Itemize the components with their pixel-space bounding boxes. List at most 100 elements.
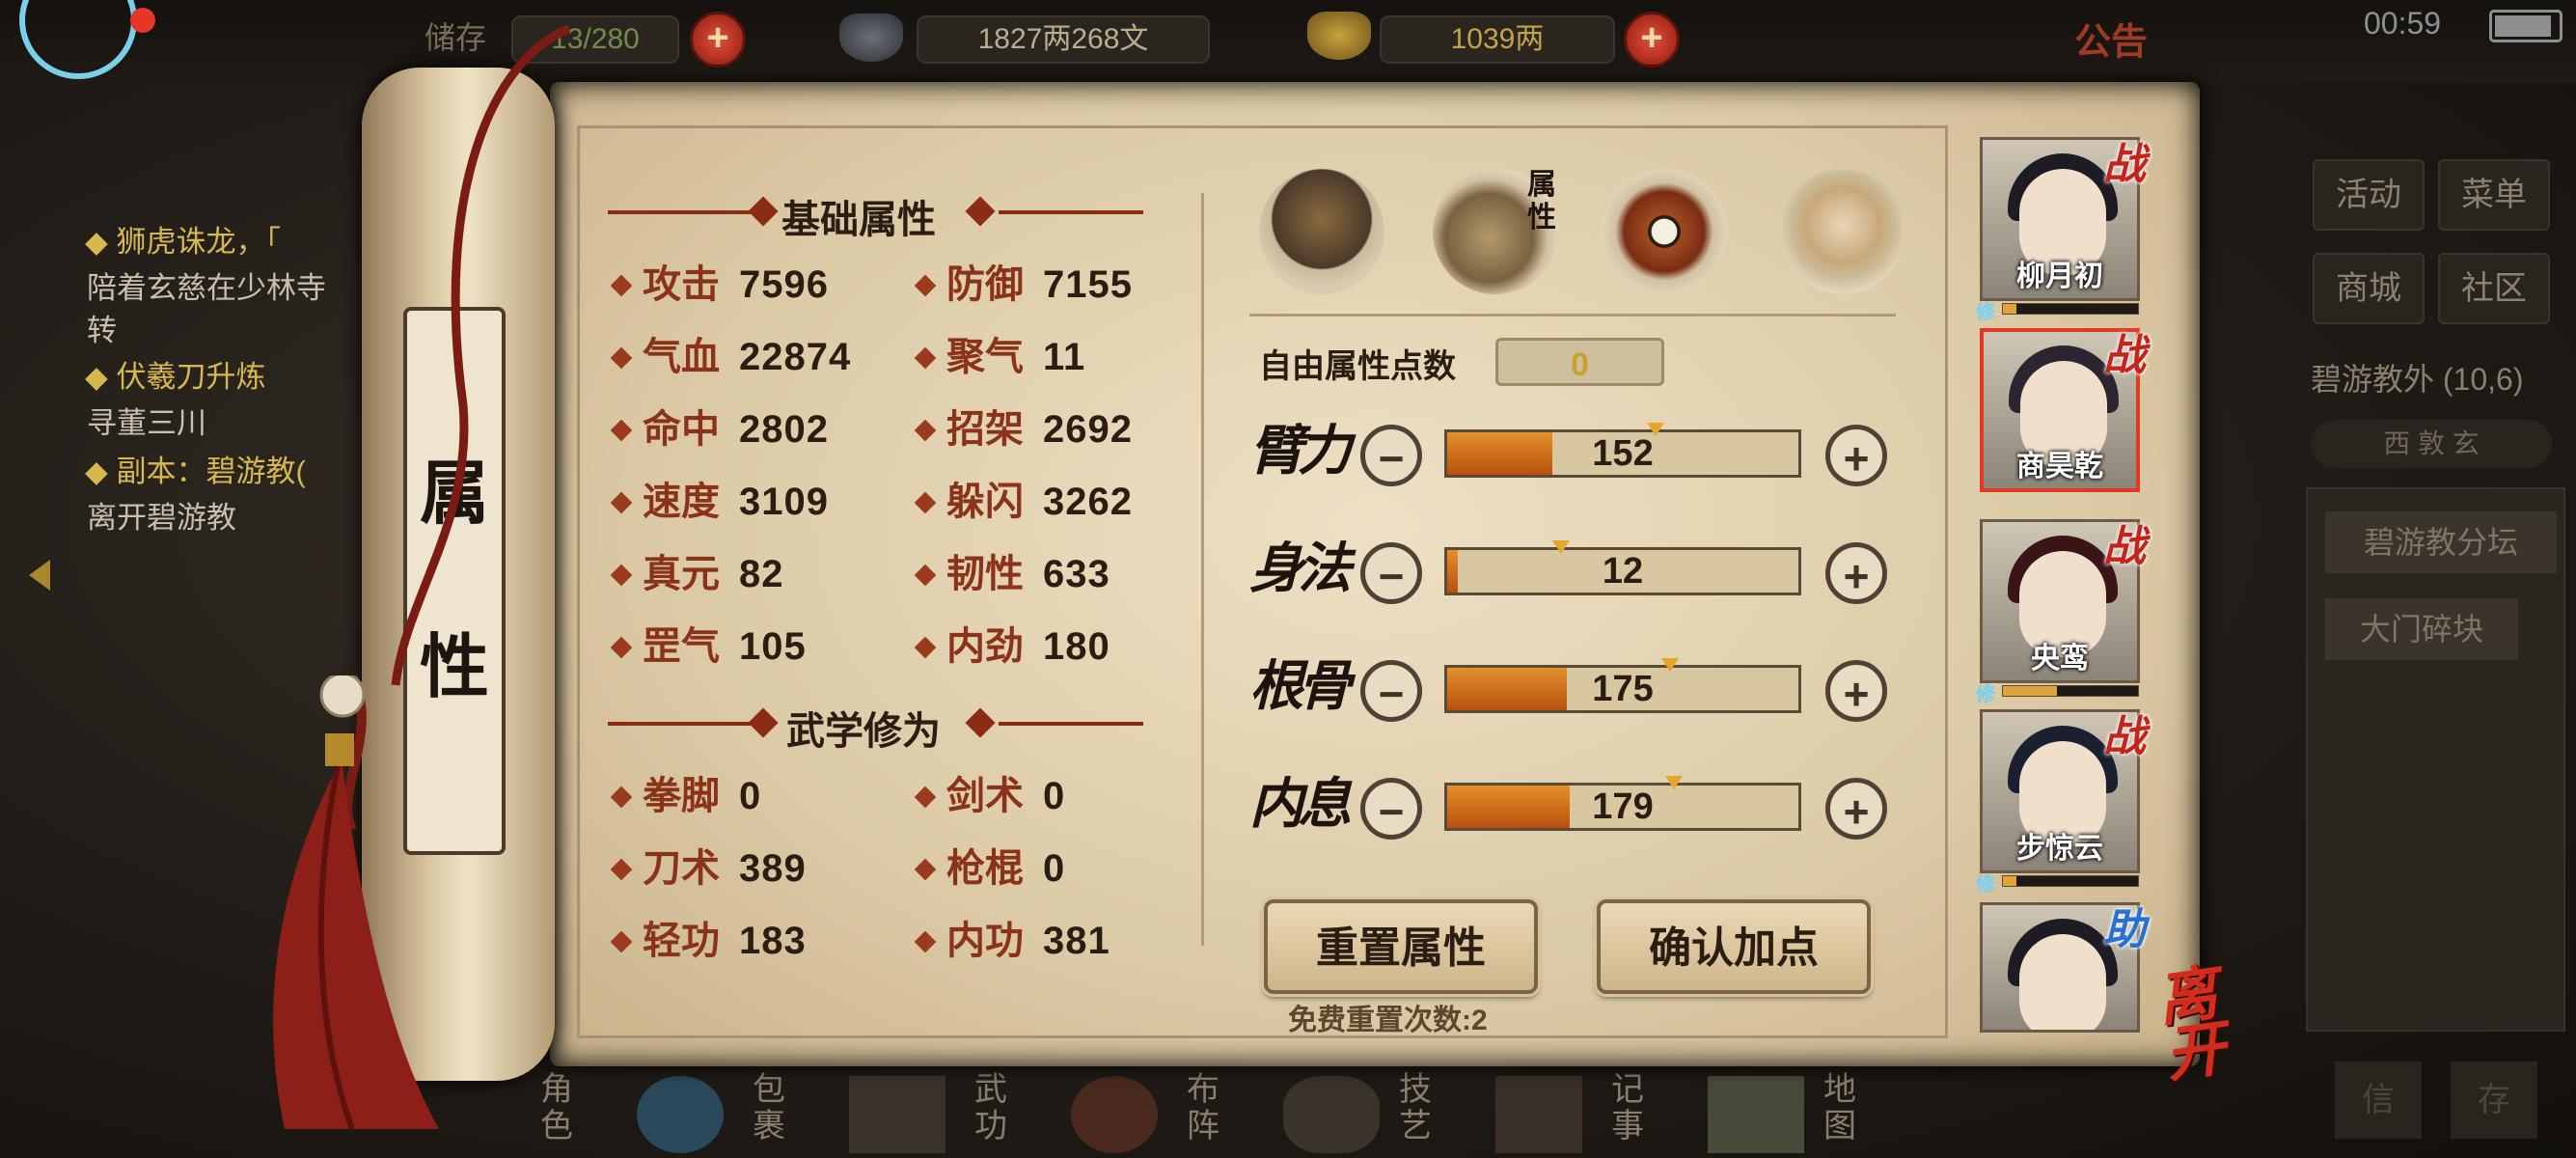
stat-item: 攻击 7596 [608, 256, 829, 314]
nav-journal[interactable]: 记事 [1611, 1071, 1650, 1144]
bottom-nav: 角色 包裹 武功 布阵 技艺 记事 地图 [521, 1066, 2354, 1158]
stat-value: 633 [1043, 553, 1110, 595]
nav-craft-icon[interactable] [1283, 1076, 1380, 1153]
gold-add-button[interactable]: + [1624, 12, 1680, 68]
cultivation-badge: 修 [1976, 302, 1995, 323]
stat-name: 聚气 [946, 336, 1024, 378]
stat-item: 韧性 633 [912, 545, 1110, 603]
diamond-bullet-icon [914, 274, 937, 297]
stat-item: 速度 3109 [608, 473, 829, 531]
diamond-bullet-icon [610, 564, 633, 587]
notice-button[interactable]: 公告 [2074, 12, 2148, 65]
role-badge: 战 [2103, 712, 2146, 761]
cultivation-badge: 修 [1976, 684, 1995, 705]
hero-tab-icon[interactable] [1259, 169, 1384, 294]
bagua-tab-icon[interactable] [1602, 169, 1727, 294]
cultivation-bar [2002, 875, 2139, 887]
community-button[interactable]: 社区 [2438, 253, 2550, 324]
attribute-label: 内息 [1249, 772, 1352, 836]
clock: 00:59 [2364, 6, 2442, 41]
stat-name: 罡气 [643, 625, 720, 668]
notification-dot [130, 8, 155, 33]
decrease-1-button[interactable]: − [1360, 425, 1422, 486]
confirm-points-button[interactable]: 确认加点 [1597, 899, 1871, 994]
cultivation-bar-fill [2003, 686, 2057, 696]
menu-button[interactable]: 菜单 [2438, 159, 2550, 231]
role-badge: 战 [2103, 522, 2146, 571]
quest-desc: 转 [87, 314, 117, 347]
place-item[interactable]: 碧游教分坛 [2325, 511, 2557, 573]
basic-attributes-header: 基础属性 [608, 188, 1148, 241]
stat-value: 7155 [1043, 263, 1133, 306]
collapse-arrow-icon[interactable] [29, 560, 50, 591]
nav-craft[interactable]: 技艺 [1399, 1071, 1438, 1144]
reset-attributes-button[interactable]: 重置属性 [1264, 899, 1538, 994]
nav-bag-icon[interactable] [637, 1076, 724, 1153]
nav-formation-icon[interactable] [1071, 1076, 1158, 1153]
diamond-bullet-icon [914, 930, 937, 953]
silver-amount: 1827两268文 [917, 15, 1210, 64]
nav-skill[interactable]: 武功 [974, 1071, 1013, 1144]
decrease-4-button[interactable]: − [1360, 778, 1422, 840]
attribute-bar: 152 [1444, 423, 1801, 478]
party-member-name: 央鸾 [2031, 643, 2089, 675]
attribute-label: 身法 [1249, 537, 1352, 600]
stat-value: 0 [1043, 775, 1066, 817]
bag-add-button[interactable]: + [690, 12, 746, 68]
shop-button[interactable]: 商城 [2313, 253, 2425, 324]
martial-stat-item: 内功 381 [912, 912, 1110, 970]
attribute-bar: 179 [1444, 776, 1801, 831]
stat-value: 7596 [739, 263, 829, 306]
stat-name: 防御 [946, 263, 1024, 306]
diamond-bullet-icon [914, 491, 937, 514]
save-button[interactable]: 存 [2451, 1062, 2537, 1139]
diamond-bullet-icon [914, 636, 937, 659]
party-member-name: 商昊乾 [2016, 451, 2103, 482]
attribute-tab-icon[interactable]: 属性 [1433, 169, 1558, 294]
nav-formation[interactable]: 布阵 [1187, 1071, 1225, 1144]
location-label: 碧游教外 (10,6) [2311, 362, 2524, 397]
quest-desc: 寻董三川 [87, 406, 206, 440]
nav-map-icon[interactable] [1708, 1076, 1804, 1153]
stat-value: 82 [739, 553, 784, 595]
increase-4-button[interactable]: + [1825, 778, 1887, 840]
stat-item: 防御 7155 [912, 256, 1133, 314]
nav-bag[interactable]: 包裹 [753, 1071, 791, 1144]
battery-icon [2489, 10, 2562, 42]
increase-1-button[interactable]: + [1825, 425, 1887, 486]
map-direction-tabs[interactable]: 西 敦 玄 [2311, 420, 2552, 468]
diamond-bullet-icon [610, 274, 633, 297]
free-points-label: 自由属性点数 [1259, 348, 1456, 385]
activity-button[interactable]: 活动 [2313, 159, 2425, 231]
nav-role[interactable]: 角色 [540, 1071, 579, 1144]
role-badge: 战 [2103, 331, 2146, 380]
meridian-tab-icon[interactable] [1780, 169, 1905, 294]
nav-journal-icon[interactable] [1495, 1076, 1582, 1153]
diamond-bullet-icon [914, 419, 937, 442]
tassel-ornament [273, 676, 439, 1131]
stat-name: 内功 [946, 920, 1024, 962]
quest-tracker[interactable]: ◆ 狮虎诛龙，「 陪着玄慈在少林寺 转 ◆ 伏羲刀升炼 寻董三川 ◆ 副本：碧游… [77, 207, 386, 536]
attribute-label: 根骨 [1249, 654, 1352, 718]
decrease-3-button[interactable]: − [1360, 660, 1422, 722]
stat-value: 389 [739, 847, 807, 890]
diamond-bullet-icon [610, 636, 633, 659]
diamond-bullet-icon [610, 419, 633, 442]
diamond-bullet-icon [610, 346, 633, 370]
nav-skill-icon[interactable] [849, 1076, 945, 1153]
avatar-ring[interactable] [19, 0, 137, 79]
quest-title: ◆ 伏羲刀升炼 [85, 360, 266, 394]
decrease-2-button[interactable]: − [1360, 542, 1422, 604]
leave-button[interactable]: 离开 [2152, 957, 2274, 1090]
stat-item: 内劲 180 [912, 618, 1110, 676]
diamond-bullet-icon [610, 491, 633, 514]
diamond-bullet-icon [610, 786, 633, 809]
place-item[interactable]: 大门碎块 [2325, 598, 2518, 660]
increase-3-button[interactable]: + [1825, 660, 1887, 722]
cultivation-badge: 修 [1976, 874, 1995, 896]
role-badge: 战 [2103, 140, 2146, 189]
increase-2-button[interactable]: + [1825, 542, 1887, 604]
stat-value: 183 [739, 920, 807, 962]
stat-name: 躲闪 [946, 481, 1024, 523]
nav-map[interactable]: 地图 [1823, 1071, 1862, 1144]
